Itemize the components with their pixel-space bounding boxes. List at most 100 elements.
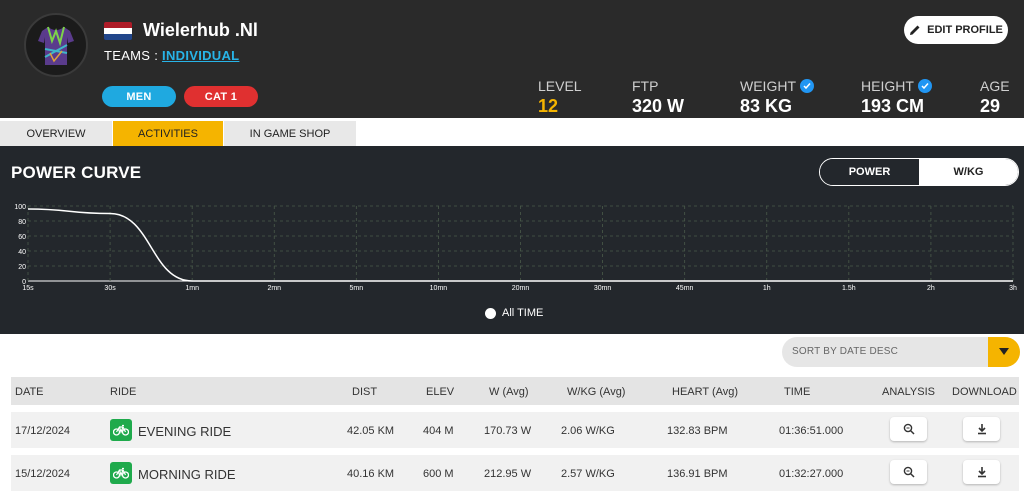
col-elev: ELEV: [426, 386, 455, 398]
y-tick-label: 20: [18, 264, 26, 271]
analysis-button[interactable]: [890, 417, 927, 441]
team-link[interactable]: INDIVIDUAL: [162, 48, 239, 63]
activities-table-header: DATE RIDE DIST ELEV W (Avg) W/KG (Avg) H…: [11, 377, 1019, 405]
legend-all-time[interactable]: All TIME: [485, 307, 543, 319]
y-tick-label: 80: [18, 219, 26, 226]
netherlands-flag-icon: [104, 22, 132, 40]
stat-weight: WEIGHT 83 KG: [740, 78, 814, 117]
cell-date: 17/12/2024: [15, 425, 71, 437]
stat-value: 12: [538, 96, 559, 116]
search-icon: [903, 423, 915, 435]
teams-label: TEAMS :: [104, 48, 163, 63]
cell-w-avg: 170.73 W: [484, 425, 532, 437]
y-tick-label: 40: [18, 249, 26, 256]
download-button[interactable]: [963, 460, 1000, 484]
x-tick-label: 1mn: [185, 285, 199, 292]
stat-label: AGE: [980, 78, 1010, 94]
col-date: DATE: [15, 386, 44, 398]
cell-w-avg: 212.95 W: [484, 468, 532, 480]
col-heart-avg: HEART (Avg): [672, 386, 739, 398]
table-row[interactable]: 15/12/2024 MORNING RIDE 40.16 KM 600 M 2…: [11, 455, 1019, 491]
stat-value: 83 KG: [740, 96, 793, 116]
unit-toggle: POWER W/KG: [819, 158, 1019, 186]
x-tick-label: 10mn: [430, 285, 448, 292]
col-dist: DIST: [352, 386, 378, 398]
chevron-down-icon[interactable]: [988, 337, 1020, 367]
toggle-power[interactable]: POWER: [820, 159, 919, 185]
bicycle-icon: [110, 462, 132, 484]
x-tick-label: 1h: [763, 285, 771, 292]
jersey-icon: [38, 26, 74, 65]
stat-value: 320 W: [632, 96, 685, 116]
bicycle-icon: [110, 419, 132, 441]
teams-line: TEAMS : INDIVIDUAL: [104, 48, 239, 63]
ride-name-link[interactable]: MORNING RIDE: [138, 467, 236, 482]
cell-dist: 42.05 KM: [347, 425, 395, 437]
stat-value: 29: [980, 96, 1001, 116]
gender-badge[interactable]: MEN: [102, 86, 176, 107]
x-tick-label: 15s: [22, 285, 34, 292]
cell-dist: 40.16 KM: [347, 468, 395, 480]
col-w-avg: W (Avg): [489, 386, 529, 398]
power-curve-panel: POWER CURVE POWER W/KG 100 80 60 40 20 0 15s 30…: [0, 146, 1024, 334]
x-tick-label: 45mn: [676, 285, 694, 292]
table-row[interactable]: 17/12/2024 EVENING RIDE 42.05 KM 404 M 1…: [11, 412, 1019, 448]
stat-label: FTP: [632, 78, 659, 94]
edit-profile-button[interactable]: EDIT PROFILE: [904, 16, 1008, 44]
verified-check-icon: [800, 79, 814, 93]
stat-label: LEVEL: [538, 78, 582, 94]
tab-in-game-shop[interactable]: IN GAME SHOP: [224, 121, 356, 146]
legend-label: All TIME: [502, 307, 544, 319]
stat-height: HEIGHT 193 CM: [861, 78, 932, 117]
col-wkg-avg: W/KG (Avg): [567, 386, 626, 398]
stat-label: HEIGHT: [861, 78, 914, 94]
cell-time: 01:36:51.000: [779, 425, 844, 437]
x-tick-label: 5mn: [350, 285, 364, 292]
col-download: DOWNLOAD: [952, 386, 1017, 398]
cell-time: 01:32:27.000: [779, 468, 844, 480]
col-ride: RIDE: [110, 386, 137, 398]
sort-dropdown[interactable]: SORT BY DATE DESC: [782, 337, 1020, 367]
legend-dot-icon: [485, 307, 496, 319]
y-tick-label: 60: [18, 234, 26, 241]
verified-check-icon: [917, 79, 932, 93]
stat-ftp: FTP 320 W: [632, 78, 684, 117]
analysis-button[interactable]: [890, 460, 927, 484]
download-icon: [977, 467, 986, 478]
x-tick-label: 2mn: [267, 285, 281, 292]
download-button[interactable]: [963, 417, 1000, 441]
stat-level: LEVEL 12: [538, 78, 582, 117]
x-tick-label: 2h: [927, 285, 935, 292]
stat-value: 193 CM: [861, 96, 925, 116]
ride-name-link[interactable]: EVENING RIDE: [138, 424, 231, 439]
stat-age: AGE 29: [980, 78, 1010, 117]
username: Wielerhub .Nl: [143, 20, 258, 40]
power-curve-chart: 10080604020015s 30s 1mn 2mn 5mn 10mn 20mn 30mn 4…: [14, 204, 1017, 292]
cell-date: 15/12/2024: [15, 468, 71, 480]
edit-profile-label: EDIT PROFILE: [927, 24, 1003, 36]
cell-heart-avg: 136.91 BPM: [667, 468, 728, 480]
y-tick-label: 100: [14, 204, 26, 211]
profile-header: Wielerhub .Nl TEAMS : INDIVIDUAL MEN CAT…: [0, 0, 1024, 118]
col-analysis: ANALYSIS: [882, 386, 935, 398]
x-tick-label: 20mn: [512, 285, 530, 292]
stat-label: WEIGHT: [740, 78, 796, 94]
cell-elev: 600 M: [423, 468, 454, 480]
search-icon: [903, 466, 915, 478]
toggle-wkg[interactable]: W/KG: [919, 159, 1018, 185]
avatar: [24, 13, 88, 77]
sort-label: SORT BY DATE DESC: [792, 346, 899, 357]
download-icon: [977, 424, 986, 435]
x-tick-label: 30s: [104, 285, 116, 292]
profile-tabs: OVERVIEW ACTIVITIES IN GAME SHOP: [0, 121, 1024, 146]
category-badge[interactable]: CAT 1: [184, 86, 258, 107]
cell-wkg-avg: 2.57 W/KG: [561, 468, 615, 480]
cell-wkg-avg: 2.06 W/KG: [561, 425, 615, 437]
tab-overview[interactable]: OVERVIEW: [0, 121, 112, 146]
x-tick-label: 1.5h: [842, 285, 856, 292]
tab-activities[interactable]: ACTIVITIES: [113, 121, 223, 146]
x-tick-label: 30mn: [594, 285, 612, 292]
cell-heart-avg: 132.83 BPM: [667, 425, 728, 437]
col-time: TIME: [784, 386, 811, 398]
x-tick-label: 3h: [1009, 285, 1017, 292]
